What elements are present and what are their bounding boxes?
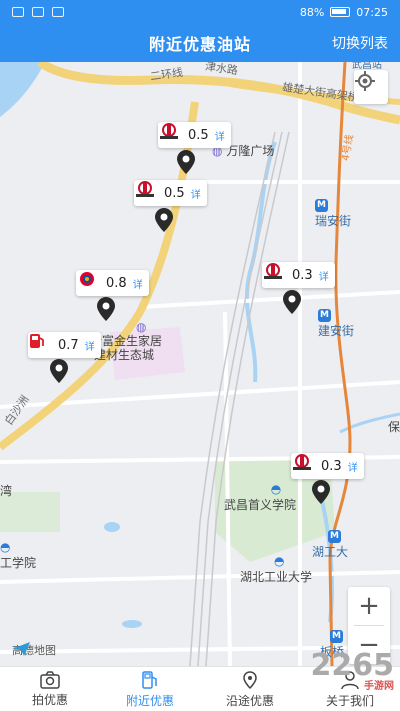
map-pin-icon[interactable] xyxy=(283,290,301,314)
label-hefujin-2: 建材生态城 xyxy=(94,348,155,362)
map-pin-icon[interactable] xyxy=(97,297,115,321)
metro-jiananjie: M 建安街 xyxy=(318,306,354,339)
status-left xyxy=(12,7,64,17)
signal-icon xyxy=(12,7,24,17)
tab-label: 关于我们 xyxy=(325,693,374,708)
poi-hubei-uni-tech: ◓ 湖北工业大学 xyxy=(240,554,312,585)
poi-wuchang-shouyi: ◓ 武昌首义学院 xyxy=(224,482,296,513)
app-root: 88% 07:25 附近优惠油站 切换列表 二环线 津水路 雄楚大街高架桥 武昌… xyxy=(0,0,400,711)
label-jiananjie: 建安街 xyxy=(318,324,355,338)
map-view[interactable]: 二环线 津水路 雄楚大街高架桥 武昌站 4号线 M 瑞安街 M 建安街 ◍ 万隆… xyxy=(0,62,400,666)
station-price: 0.8 xyxy=(106,275,127,291)
station-detail-link[interactable]: 详 xyxy=(133,276,143,291)
school-icon: ◓ xyxy=(274,554,285,568)
label-wuchang-shouyi: 武昌首义学院 xyxy=(224,498,297,512)
poi-school-left: ◓ 工学院 xyxy=(0,540,36,571)
watermark: 2265 手游网 xyxy=(311,648,395,692)
metro-icon: M xyxy=(315,199,328,212)
metro-icon: M xyxy=(328,530,341,543)
amap-logo: 高德地图 xyxy=(12,642,56,658)
paper-plane-icon xyxy=(12,642,30,656)
station-callout[interactable]: 0.5 详 xyxy=(158,122,231,148)
school-icon: ◓ xyxy=(270,482,282,496)
metro-icon: M xyxy=(330,630,343,643)
usb-icon xyxy=(52,7,64,17)
tab-photo-deal[interactable]: 拍优惠 xyxy=(0,667,100,711)
station-callout[interactable]: 0.3 详 xyxy=(262,262,335,288)
total-logo-icon xyxy=(80,272,102,292)
station-callout[interactable]: 0.5 详 xyxy=(134,180,207,206)
metro-icon-wrap: M xyxy=(312,527,348,543)
battery-icon xyxy=(330,7,351,17)
tab-label: 沿途优惠 xyxy=(225,693,274,708)
pond xyxy=(104,522,120,532)
tab-label: 拍优惠 xyxy=(31,692,68,707)
sinopec-logo-icon xyxy=(264,263,288,284)
station-price: 0.3 xyxy=(292,267,313,283)
zoom-in-button[interactable]: + xyxy=(348,587,390,625)
label-hubei-uni-tech: 湖北工业大学 xyxy=(240,570,313,584)
metro-ruianjie: M 瑞安街 xyxy=(315,196,351,229)
pond-2 xyxy=(122,620,142,628)
metro-icon: M xyxy=(318,309,331,322)
label-hugongda: 湖工大 xyxy=(312,545,349,559)
station-detail-link[interactable]: 详 xyxy=(85,338,95,353)
map-pin-icon[interactable] xyxy=(177,150,195,174)
map-pin-icon[interactable] xyxy=(312,480,330,504)
station-price: 0.7 xyxy=(58,337,79,353)
camera-icon xyxy=(40,670,60,689)
clock: 07:25 xyxy=(356,5,388,19)
metro-icon-wrap: M xyxy=(320,627,344,643)
crosshair-icon xyxy=(355,71,375,91)
fuel-pump-icon xyxy=(142,670,157,689)
app-header: 附近优惠油站 切换列表 xyxy=(0,24,400,62)
shopping-icon: ◍ xyxy=(136,320,147,334)
station-detail-link[interactable]: 详 xyxy=(215,128,225,143)
label-wan: 湾 xyxy=(0,484,13,498)
river xyxy=(0,62,45,117)
poi-hefujin: ◍ 合富金生家居 建材生态城 xyxy=(90,320,162,362)
wifi-icon xyxy=(32,7,44,17)
map-pin-icon[interactable] xyxy=(155,208,173,232)
locate-button[interactable] xyxy=(354,70,388,104)
station-price: 0.3 xyxy=(321,458,342,474)
label-wanlong: 万隆广场 xyxy=(226,144,275,158)
station-callout[interactable]: 0.8 详 xyxy=(76,270,149,296)
status-bar: 88% 07:25 xyxy=(0,0,400,24)
station-price: 0.5 xyxy=(164,185,185,201)
battery-text: 88% xyxy=(299,5,325,19)
label-ruianjie: 瑞安街 xyxy=(315,214,352,228)
status-right: 88% 07:25 xyxy=(300,6,388,19)
label-bao: 保 xyxy=(388,420,400,434)
label-school-left: 工学院 xyxy=(0,556,37,570)
fuel-pump-logo-icon xyxy=(30,334,54,354)
sinopec-logo-icon xyxy=(136,181,160,202)
tab-label: 附近优惠 xyxy=(125,693,174,708)
school-icon: ◓ xyxy=(0,540,11,554)
station-detail-link[interactable]: 详 xyxy=(319,268,329,283)
sinopec-logo-icon xyxy=(293,454,317,475)
metro-hugongda: M 湖工大 xyxy=(312,527,348,560)
station-detail-link[interactable]: 详 xyxy=(191,186,201,201)
tab-nearby-deals[interactable]: 附近优惠 xyxy=(100,667,200,711)
sinopec-logo-icon xyxy=(160,123,184,144)
station-callout[interactable]: 0.7 详 xyxy=(28,332,101,358)
route-pin-icon xyxy=(243,670,257,689)
page-title: 附近优惠油站 xyxy=(148,35,251,54)
tab-route-deals[interactable]: 沿途优惠 xyxy=(200,667,300,711)
station-detail-link[interactable]: 详 xyxy=(348,459,358,474)
map-pin-icon[interactable] xyxy=(50,359,68,383)
label-hefujin-1: 合富金生家居 xyxy=(90,334,163,348)
station-callout[interactable]: 0.3 详 xyxy=(291,453,364,479)
station-price: 0.5 xyxy=(188,127,209,143)
switch-list-button[interactable]: 切换列表 xyxy=(332,33,388,53)
